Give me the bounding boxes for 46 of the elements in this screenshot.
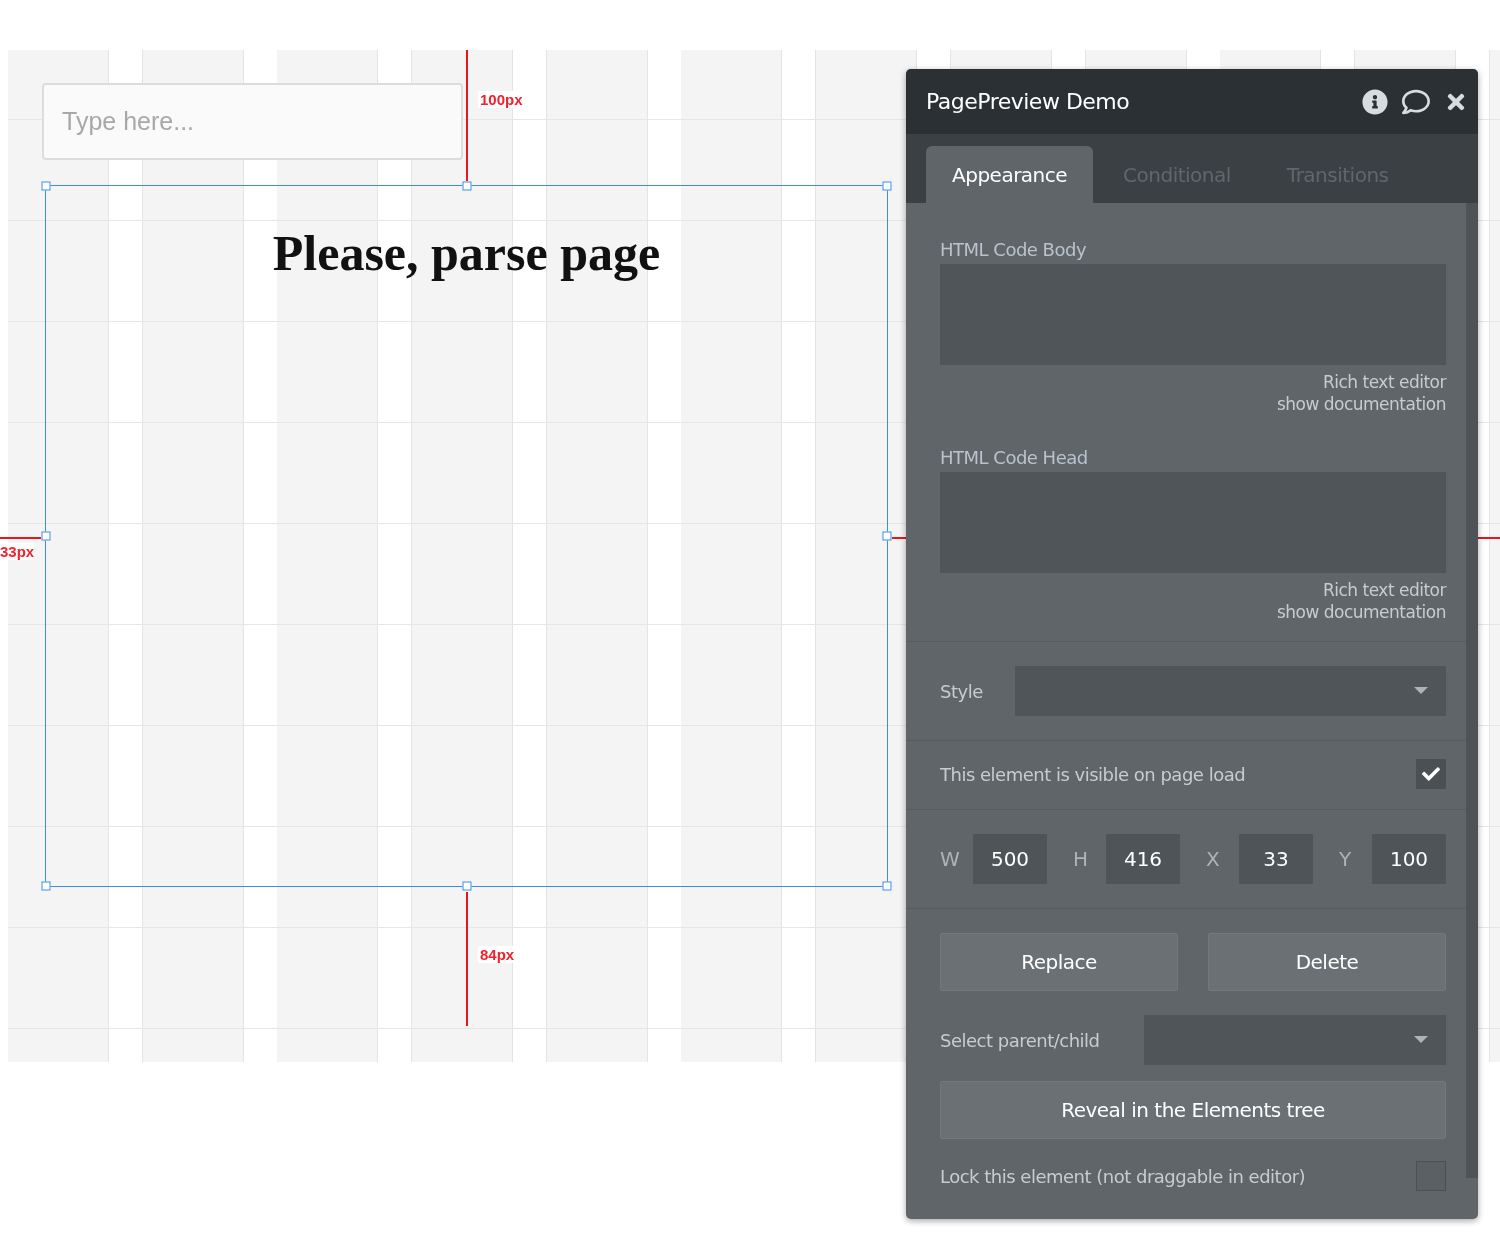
field-label: Select parent/child — [940, 1029, 1100, 1051]
panel-tab[interactable]: Appearance — [926, 146, 1094, 203]
measure-line — [892, 537, 906, 539]
doc-link[interactable]: show documentation — [1276, 601, 1446, 623]
resize-handle[interactable] — [462, 181, 471, 191]
resize-handle[interactable] — [41, 181, 51, 191]
measure-line — [0, 537, 41, 539]
resize-handle[interactable] — [462, 881, 471, 891]
panel-title: PagePreview Demo — [926, 89, 1131, 114]
field-label: HTML Code Body — [940, 239, 1088, 260]
dimension-field[interactable]: 33 — [1239, 834, 1313, 884]
dimension-label: X — [1206, 847, 1221, 871]
field-label: HTML Code Head — [940, 447, 1089, 468]
measure-label: 33px — [0, 543, 35, 560]
comment-icon[interactable] — [1402, 87, 1430, 116]
reveal-button[interactable]: Reveal in the Elements tree — [940, 1081, 1446, 1139]
dimension-field[interactable]: 500 — [973, 834, 1047, 884]
measure-label: 100px — [478, 91, 525, 108]
resize-handle[interactable] — [41, 881, 51, 891]
resize-handle[interactable] — [882, 531, 892, 541]
page-heading: Please, parse page — [272, 224, 661, 282]
doc-link[interactable]: Rich text editor — [1322, 579, 1446, 601]
doc-link[interactable]: Rich text editor — [1322, 371, 1446, 393]
dimension-label: W — [940, 847, 961, 871]
dimension-label: H — [1073, 847, 1090, 871]
action-button[interactable]: Replace — [940, 933, 1178, 991]
scrollbar[interactable] — [1466, 203, 1478, 1178]
checkbox-label: Lock this element (not draggable in editor) — [940, 1165, 1306, 1187]
dimension-field[interactable]: 416 — [1106, 834, 1180, 884]
resize-handle[interactable] — [41, 531, 51, 541]
info-icon[interactable] — [1362, 88, 1388, 115]
measure-label: 84px — [478, 946, 517, 963]
doc-link[interactable]: show documentation — [1276, 393, 1446, 415]
checkbox-label: This element is visible on page load — [940, 763, 1246, 785]
visible-checkbox[interactable] — [1416, 759, 1446, 789]
field-label: Style — [940, 680, 983, 702]
text-input[interactable]: Type here... — [42, 83, 463, 160]
caret-icon — [1414, 687, 1428, 695]
measure-line — [1478, 537, 1500, 539]
dimension-label: Y — [1339, 847, 1353, 871]
dimension-field[interactable]: 100 — [1372, 834, 1446, 884]
resize-handle[interactable] — [882, 181, 892, 191]
caret-icon — [1414, 1036, 1428, 1044]
resize-handle[interactable] — [882, 881, 892, 891]
action-button[interactable]: Delete — [1208, 933, 1446, 991]
check-icon — [1422, 765, 1440, 783]
